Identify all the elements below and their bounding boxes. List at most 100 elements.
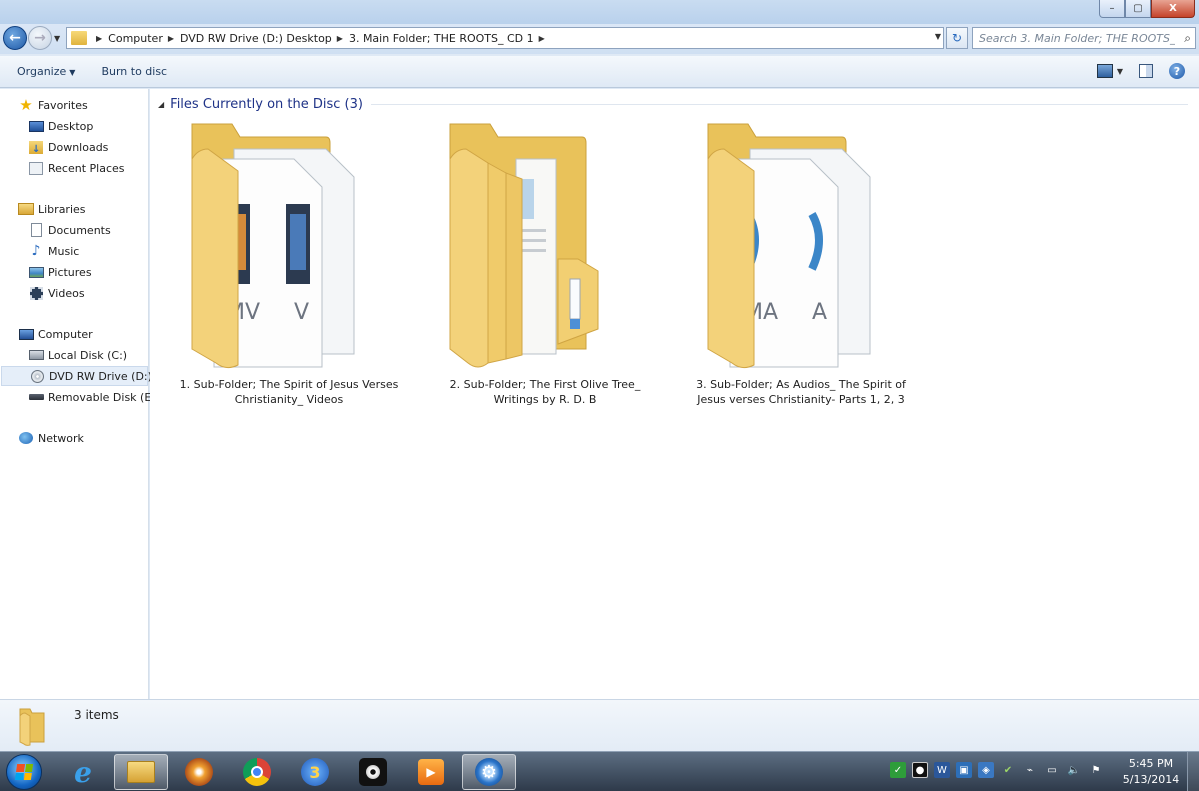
sidebar-item-label: Pictures xyxy=(48,265,92,279)
title-bar: – ▢ X xyxy=(0,0,1199,24)
windows-logo-icon xyxy=(14,764,34,780)
folder-label: 3. Sub-Folder; As Audios_ The Spirit of … xyxy=(696,378,906,406)
show-desktop-button[interactable] xyxy=(1187,752,1199,791)
security-check-icon[interactable]: ✓ xyxy=(890,762,906,778)
sidebar-item-label: Libraries xyxy=(38,202,86,216)
network-tray-icon[interactable]: ◈ xyxy=(978,762,994,778)
folder-icon xyxy=(71,31,87,45)
volume-icon[interactable]: 🔈 xyxy=(1066,762,1082,778)
taskbar-media-player[interactable]: ▶ xyxy=(404,754,458,790)
change-view-icon[interactable] xyxy=(1096,64,1113,78)
sidebar-item-label: Music xyxy=(48,244,80,258)
recent-places-icon xyxy=(28,161,44,175)
chevron-right-icon[interactable]: ▶ xyxy=(96,34,102,43)
address-dropdown-icon[interactable]: ▼ xyxy=(935,32,941,41)
view-controls: ▼ ? xyxy=(1096,63,1185,79)
taskbar: e 3 ▶ ⚙ ✓ ● W ▣ ◈ ✔ ⌁ ▭ 🔈 ⚑ 5:45 PM 5/13… xyxy=(0,751,1199,791)
preview-pane-icon[interactable] xyxy=(1139,64,1153,78)
taskbar-windows-explorer[interactable] xyxy=(114,754,168,790)
chevron-right-icon[interactable]: ▶ xyxy=(337,34,343,43)
breadcrumb-main-folder[interactable]: 3. Main Folder; THE ROOTS_ CD 1 xyxy=(349,32,534,45)
sidebar-item-dvd-drive[interactable]: DVD RW Drive (D:) D xyxy=(1,366,164,386)
word-icon[interactable]: W xyxy=(934,762,950,778)
documents-icon xyxy=(28,223,44,237)
network-icon xyxy=(18,431,34,445)
refresh-button[interactable]: ↻ xyxy=(946,27,968,49)
close-button[interactable]: X xyxy=(1151,0,1195,18)
file-list-area[interactable]: ◢ Files Currently on the Disc (3) MV V 1… xyxy=(150,89,1199,699)
taskbar-settings-app[interactable]: ⚙ xyxy=(462,754,516,790)
search-icon[interactable]: ⌕ xyxy=(1184,31,1191,46)
sidebar-item-desktop[interactable]: Desktop xyxy=(28,119,93,133)
navigation-pane: ★ Favorites Desktop ↓ Downloads Recent P… xyxy=(0,89,164,699)
sidebar-item-pictures[interactable]: Pictures xyxy=(28,265,92,279)
pictures-icon xyxy=(28,265,44,279)
breadcrumb-dvd-drive[interactable]: DVD RW Drive (D:) Desktop xyxy=(180,32,332,45)
item-count: 3 items xyxy=(74,708,119,722)
taskbar-app-disc[interactable] xyxy=(172,754,226,790)
minimize-button[interactable]: – xyxy=(1099,0,1125,18)
sidebar-libraries[interactable]: Libraries xyxy=(18,202,86,216)
sidebar-item-label: Documents xyxy=(48,223,111,237)
file-explorer-icon xyxy=(127,761,155,783)
display-icon[interactable]: ▣ xyxy=(956,762,972,778)
computer-icon xyxy=(18,327,34,341)
address-bar[interactable]: ▶ Computer ▶ DVD RW Drive (D:) Desktop ▶… xyxy=(66,27,944,49)
sidebar-item-local-disk[interactable]: Local Disk (C:) xyxy=(28,348,127,362)
taskbar-internet-explorer[interactable]: e xyxy=(56,754,110,790)
taskbar-app-3[interactable]: 3 xyxy=(288,754,342,790)
breadcrumb-computer[interactable]: Computer xyxy=(108,32,163,45)
forward-button[interactable]: → xyxy=(28,26,52,50)
media-player-icon: ▶ xyxy=(418,759,444,785)
maximize-button[interactable]: ▢ xyxy=(1125,0,1151,18)
clock[interactable]: 5:45 PM 5/13/2014 xyxy=(1122,756,1180,788)
sidebar-item-label: Removable Disk (E:) xyxy=(48,390,160,404)
navigation-bar: ← → ▼ ▶ Computer ▶ DVD RW Drive (D:) Des… xyxy=(0,24,1199,54)
chrome-icon xyxy=(243,758,271,786)
taskbar-media-app[interactable] xyxy=(346,754,400,790)
chevron-right-icon[interactable]: ▶ xyxy=(168,34,174,43)
refresh-icon: ↻ xyxy=(951,31,963,45)
sidebar-item-videos[interactable]: Videos xyxy=(28,286,85,300)
action-center-flag-icon[interactable]: ⚑ xyxy=(1088,762,1104,778)
hard-drive-icon xyxy=(28,348,44,362)
sidebar-item-label: Favorites xyxy=(38,98,88,112)
sidebar-item-recent-places[interactable]: Recent Places xyxy=(28,161,125,175)
collapse-triangle-icon[interactable]: ◢ xyxy=(158,100,164,109)
sidebar-item-label: DVD RW Drive (D:) D xyxy=(49,369,164,383)
document-text: A xyxy=(812,300,827,325)
video-folder-icon: MV V xyxy=(191,123,355,369)
start-button[interactable] xyxy=(6,754,42,790)
sidebar-item-label: Network xyxy=(38,431,84,445)
usb-icon[interactable]: ⌁ xyxy=(1022,762,1038,778)
audio-folder-icon: MA A xyxy=(707,123,871,369)
breadcrumb: ▶ Computer ▶ DVD RW Drive (D:) Desktop ▶… xyxy=(91,32,551,45)
organize-button[interactable]: Organize ▼ xyxy=(8,65,84,78)
sidebar-network[interactable]: Network xyxy=(18,431,84,445)
sidebar-item-music[interactable]: ♪ Music xyxy=(28,243,80,259)
recent-pages-dropdown-icon[interactable]: ▼ xyxy=(54,34,60,43)
antivirus-icon[interactable]: ✔ xyxy=(1000,762,1016,778)
group-divider xyxy=(370,104,1188,105)
back-button[interactable]: ← xyxy=(3,26,27,50)
sidebar-item-downloads[interactable]: ↓ Downloads xyxy=(28,140,108,155)
help-icon[interactable]: ? xyxy=(1169,63,1185,79)
chevron-right-icon[interactable]: ▶ xyxy=(539,34,545,43)
removable-disk-icon xyxy=(28,390,44,404)
connection-icon[interactable]: ▭ xyxy=(1044,762,1060,778)
view-options-dropdown-icon[interactable]: ▼ xyxy=(1117,67,1123,76)
sidebar-favorites[interactable]: ★ Favorites xyxy=(18,96,88,114)
group-header[interactable]: ◢ Files Currently on the Disc (3) xyxy=(158,97,1188,112)
star-icon: ★ xyxy=(19,96,33,114)
internet-explorer-icon: e xyxy=(74,755,92,789)
sidebar-item-removable-disk[interactable]: Removable Disk (E:) xyxy=(28,390,159,404)
sidebar-item-documents[interactable]: Documents xyxy=(28,223,111,237)
command-bar: Organize ▼ Burn to disc ▼ ? xyxy=(0,56,1199,88)
webcam-tray-icon[interactable]: ● xyxy=(912,762,928,778)
taskbar-chrome[interactable] xyxy=(230,754,284,790)
webcam-icon xyxy=(359,758,387,786)
sidebar-computer[interactable]: Computer xyxy=(18,327,93,341)
burn-to-disc-button[interactable]: Burn to disc xyxy=(92,65,176,78)
search-input[interactable]: Search 3. Main Folder; THE ROOTS_ C... ⌕ xyxy=(972,27,1196,49)
burn-label: Burn to disc xyxy=(101,65,168,78)
